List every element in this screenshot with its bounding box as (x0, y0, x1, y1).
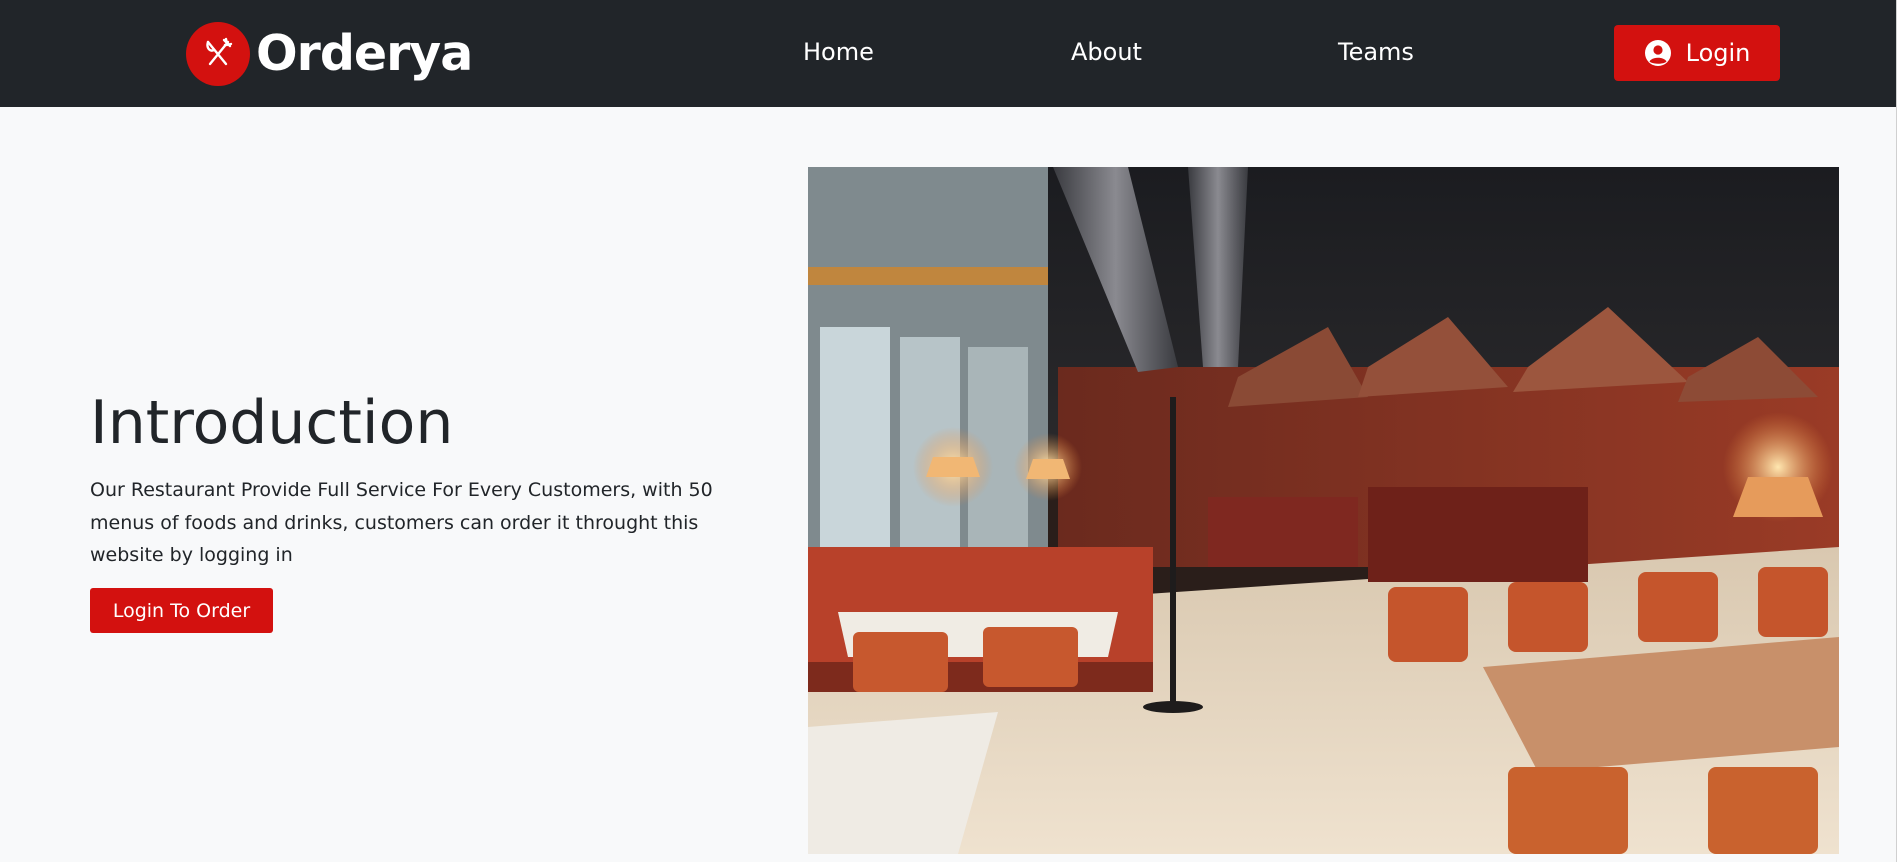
restaurant-interior-image (808, 167, 1839, 854)
nav-link-about[interactable]: About (1071, 36, 1142, 68)
fork-knife-icon (186, 22, 250, 86)
intro-description: Our Restaurant Provide Full Service For … (90, 479, 713, 566)
nav-link-home[interactable]: Home (803, 36, 874, 68)
brand-logo-link[interactable]: Orderya (186, 22, 473, 86)
nav-link-teams[interactable]: Teams (1338, 36, 1414, 68)
login-button-label: Login (1685, 39, 1751, 67)
page-title: Introduction (90, 388, 454, 458)
login-to-order-button[interactable]: Login To Order (90, 588, 273, 633)
brand-name: Orderya (256, 25, 473, 82)
login-button[interactable]: Login (1614, 25, 1780, 81)
user-circle-icon (1644, 39, 1672, 67)
top-navbar: Orderya Home About Teams Login (0, 0, 1897, 107)
